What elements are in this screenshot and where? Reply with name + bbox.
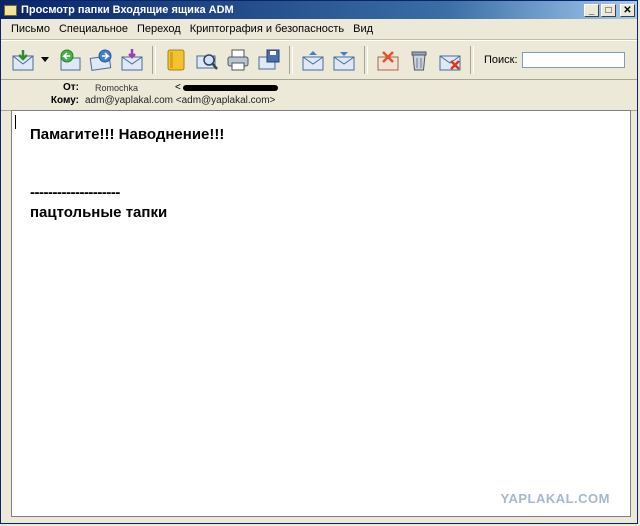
to-label: Кому: [50,95,79,106]
get-mail-icon[interactable] [9,46,37,74]
compose-icon[interactable] [118,46,146,74]
toolbar-separator [289,46,293,74]
search-input[interactable] [521,52,625,68]
message-line-1: Памагите!!! Наводнение!!! [30,126,225,143]
menu-item-go[interactable]: Переход [137,23,181,35]
find-icon[interactable] [193,46,221,74]
junk-icon[interactable] [436,46,464,74]
toolbar: Поиск: [1,40,637,80]
mark-icon[interactable] [374,46,402,74]
menu-item-special[interactable]: Специальное [59,23,128,35]
to-value[interactable]: adm@yaplakal.com <adm@yaplakal.com> [85,95,275,106]
message-line-3: пацтольные тапки [30,204,168,221]
message-headers: От: Romochka < Кому: adm@yaplakal.com <a… [1,80,637,111]
dropdown-arrow-icon[interactable] [40,46,50,74]
from-row: От: Romochka < [1,82,278,93]
reply-icon[interactable] [56,46,84,74]
menu-item-view[interactable]: Вид [353,23,373,35]
to-row: Кому: adm@yaplakal.com <adm@yaplakal.com… [1,95,276,106]
title-bar[interactable]: Просмотр папки Входящие ящика ADM _ □ ✕ [1,1,637,19]
envelope-icon [4,4,17,16]
from-label: От: [62,82,79,93]
maximize-button[interactable]: □ [601,3,616,17]
toolbar-separator [364,46,368,74]
save-icon[interactable] [255,46,283,74]
watermark: YAPLAKAL.COM [500,491,610,506]
address-book-icon[interactable] [162,46,190,74]
message-body[interactable]: Памагите!!! Наводнение!!! --------------… [11,110,631,517]
from-bracket: < [175,82,181,93]
up-icon[interactable] [299,46,327,74]
redaction-bar [182,84,278,91]
search-label: Поиск: [484,54,518,66]
text-caret [15,115,16,129]
minimize-button[interactable]: _ [584,3,599,17]
forward-icon[interactable] [87,46,115,74]
mail-window: Просмотр папки Входящие ящика ADM _ □ ✕ … [0,0,638,524]
window-title: Просмотр папки Входящие ящика ADM [21,4,234,16]
print-icon[interactable] [224,46,252,74]
menu-bar: Письмо Специальное Переход Криптография … [1,19,637,40]
close-button[interactable]: ✕ [620,3,635,17]
down-icon[interactable] [330,46,358,74]
menu-item-crypto[interactable]: Криптография и безопасность [190,23,344,35]
menu-item-letter[interactable]: Письмо [11,23,50,35]
from-value[interactable]: Romochka [95,83,171,93]
delete-icon[interactable] [405,46,433,74]
message-line-2: -------------------- [30,184,120,201]
toolbar-separator [470,46,474,74]
toolbar-separator [152,46,156,74]
